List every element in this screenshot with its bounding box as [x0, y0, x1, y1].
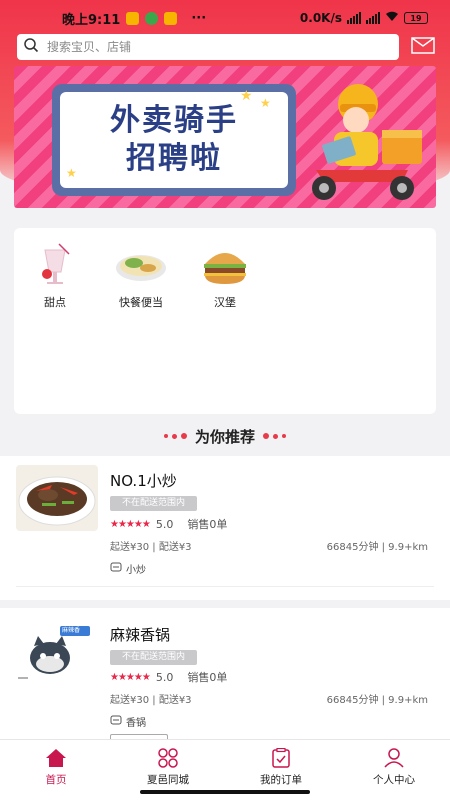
- status-time: 晚上9:11: [62, 12, 121, 28]
- user-icon: [384, 748, 404, 768]
- status-badge: 不在配送范围内: [110, 496, 198, 511]
- shop-card[interactable]: 麻辣香 麻辣香锅 不在配送范围内 ★★★★★ 5.0 销售0单 起送¥30 | …: [0, 608, 450, 744]
- grid-icon: [158, 748, 178, 768]
- shop-meta: 起送¥30 | 配送¥3 66845分钟 | 9.9+km: [110, 538, 428, 553]
- notification-icon: [126, 11, 140, 25]
- recommend-title: 为你推荐: [194, 427, 255, 446]
- network-speed: 0.0K/s: [299, 11, 342, 25]
- shop-name: NO.1小炒: [110, 472, 177, 490]
- burger-icon: [204, 253, 246, 284]
- message-notification-icon: [164, 11, 178, 25]
- fast-food-icon: [116, 255, 166, 281]
- sales-count: 销售0单: [187, 518, 228, 531]
- category-tag-icon: [110, 715, 122, 728]
- category-tag-icon: [110, 562, 122, 575]
- shop-card[interactable]: NO.1小炒 不在配送范围内 ★★★★★ 5.0 销售0单 起送¥30 | 配送…: [0, 456, 450, 600]
- category-panel: 甜点 快餐便当 汉堡: [14, 228, 436, 414]
- rating-value: 5.0: [155, 670, 174, 684]
- shop-name: 麻辣香锅: [110, 626, 171, 644]
- delivery-distance: 66845分钟 | 9.9+km: [326, 542, 428, 553]
- category-label: 快餐便当: [119, 296, 163, 309]
- status-more: ···: [191, 10, 207, 26]
- category-burger[interactable]: 汉堡: [190, 242, 260, 310]
- rating-stars-icon: ★★★★★: [110, 518, 151, 530]
- category-tag-label: 香锅: [126, 718, 146, 729]
- home-indicator[interactable]: [140, 790, 310, 794]
- banner-line1: 外卖骑手: [110, 103, 238, 138]
- star-icon: ★: [240, 88, 253, 104]
- rating-stars-icon: ★★★★★: [110, 671, 151, 683]
- rating-value: 5.0: [155, 517, 174, 531]
- dots-decoration: [163, 433, 187, 439]
- mail-icon[interactable]: [411, 36, 435, 58]
- search-input[interactable]: [47, 40, 367, 54]
- app-notification-icon: [145, 11, 159, 25]
- rating-row: ★★★★★ 5.0 销售0单: [110, 669, 227, 685]
- search-box[interactable]: [17, 34, 399, 60]
- delivery-fees: 起送¥30 | 配送¥3: [110, 695, 192, 706]
- nav-profile[interactable]: 个人中心: [349, 748, 439, 787]
- nav-label: 个人中心: [373, 774, 415, 786]
- signal-icon-2: [366, 12, 380, 24]
- signal-icon: [347, 12, 361, 24]
- category-tag-label: 小炒: [126, 565, 146, 576]
- nav-label: 首页: [45, 774, 67, 786]
- search-icon: [23, 37, 39, 57]
- recommend-header: 为你推荐: [0, 424, 450, 448]
- sales-count: 销售0单: [187, 671, 228, 684]
- shop-meta: 起送¥30 | 配送¥3 66845分钟 | 9.9+km: [110, 691, 428, 706]
- order-icon: [272, 747, 290, 768]
- home-icon: [46, 749, 66, 767]
- delivery-distance: 66845分钟 | 9.9+km: [326, 695, 428, 706]
- category-fast-food[interactable]: 快餐便当: [106, 242, 176, 310]
- banner-line2: 招聘啦: [126, 141, 222, 176]
- status-bar: 晚上9:11 ··· 0.0K/s 19: [0, 0, 450, 36]
- nav-city[interactable]: 夏邑同城: [123, 748, 213, 787]
- star-icon: ★: [66, 166, 77, 180]
- divider: [16, 586, 434, 587]
- shop-thumbnail: 麻辣香: [16, 622, 98, 688]
- category-label: 汉堡: [214, 296, 236, 309]
- shop-logo-text: 麻辣香: [62, 627, 81, 634]
- category-dessert[interactable]: 甜点: [20, 242, 90, 310]
- delivery-rider-illustration: [312, 84, 422, 200]
- nav-home[interactable]: 首页: [11, 748, 101, 787]
- category-label: 甜点: [44, 296, 66, 309]
- shop-category: 香锅: [110, 714, 146, 729]
- rating-row: ★★★★★ 5.0 销售0单: [110, 516, 227, 532]
- promo-banner[interactable]: 外卖骑手 招聘啦 ★ ★ ★: [14, 66, 436, 208]
- dessert-icon: [42, 243, 70, 284]
- star-icon: ★: [260, 96, 271, 110]
- wifi-icon: [385, 11, 399, 25]
- shop-category: 小炒: [110, 561, 146, 576]
- delivery-fees: 起送¥30 | 配送¥3: [110, 542, 192, 553]
- nav-label: 夏邑同城: [147, 774, 189, 786]
- dots-decoration: [263, 433, 286, 439]
- shop-thumbnail: [16, 465, 98, 531]
- search-row: [17, 34, 437, 60]
- nav-label: 我的订单: [260, 774, 302, 786]
- nav-orders[interactable]: 我的订单: [236, 747, 326, 787]
- status-badge: 不在配送范围内: [110, 650, 198, 665]
- battery-icon: 19: [404, 12, 428, 24]
